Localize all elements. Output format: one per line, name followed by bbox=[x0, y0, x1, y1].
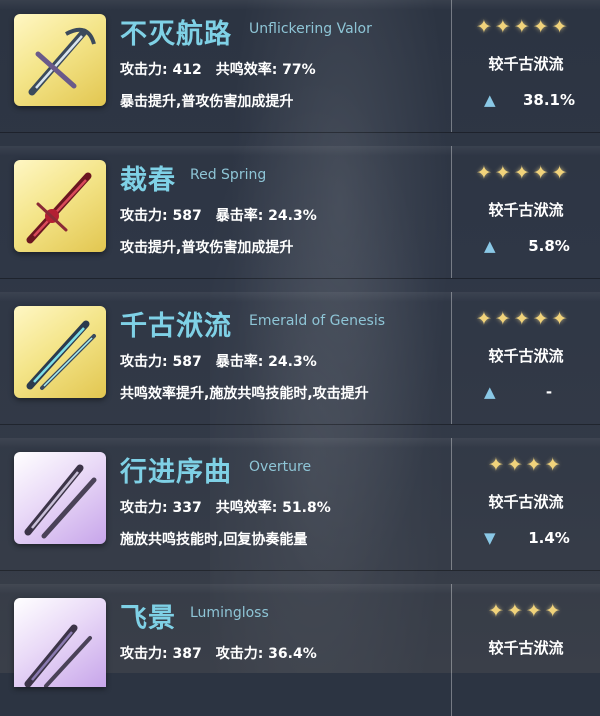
weapon-substat: 共鸣效率: 77% bbox=[215, 62, 316, 78]
rarity-stars: ✦✦✦✦ bbox=[488, 454, 564, 476]
weapon-name-english: Unflickering Valor bbox=[249, 21, 372, 37]
weapon-name: 千古洑流 bbox=[120, 311, 232, 342]
weapon-effect: 暴击提升,普攻伤害加成提升 bbox=[120, 94, 294, 110]
weapon-attack: 攻击力: 587 bbox=[120, 354, 202, 370]
weapon-stats: 攻击力: 337 共鸣效率: 51.8% bbox=[120, 497, 331, 517]
sword-icon bbox=[26, 172, 92, 244]
weapon-substat: 暴击率: 24.3% bbox=[215, 208, 317, 224]
weapon-name: 不灭航路 bbox=[120, 19, 232, 50]
weapon-stats: 攻击力: 587 暴击率: 24.3% bbox=[120, 351, 317, 371]
compare-delta: 38.1% bbox=[522, 91, 576, 109]
weapon-name-english: Overture bbox=[249, 459, 312, 475]
weapon-name: 飞景 bbox=[120, 603, 176, 634]
weapon-name-english: Lumingloss bbox=[190, 605, 269, 621]
weapon-name-english: Emerald of Genesis bbox=[249, 313, 386, 329]
sword-icon bbox=[26, 320, 96, 390]
down-arrow-icon: ▼ bbox=[484, 529, 496, 547]
weapon-thumbnail bbox=[14, 598, 106, 687]
weapon-attack: 攻击力: 337 bbox=[120, 500, 202, 516]
compare-label: 较千古洑流 bbox=[488, 639, 564, 657]
compare-label: 较千古洑流 bbox=[488, 347, 564, 365]
weapon-effect: 共鸣效率提升,施放共鸣技能时,攻击提升 bbox=[120, 386, 369, 402]
up-arrow-icon: ▲ bbox=[484, 91, 496, 109]
compare-label: 较千古洑流 bbox=[488, 493, 564, 511]
weapon-stats: 攻击力: 587 暴击率: 24.3% bbox=[120, 205, 317, 225]
rarity-stars: ✦✦✦✦✦ bbox=[476, 162, 571, 184]
weapon-card[interactable]: 飞景 Lumingloss 攻击力: 387 攻击力: 36.4% ✦✦✦✦ 较千… bbox=[0, 584, 600, 716]
compare-label: 较千古洑流 bbox=[488, 201, 564, 219]
weapon-substat: 共鸣效率: 51.8% bbox=[215, 500, 331, 516]
compare-label: 较千古洑流 bbox=[488, 55, 564, 73]
compare-delta: - bbox=[545, 383, 553, 401]
weapon-attack: 攻击力: 587 bbox=[120, 208, 202, 224]
weapon-substat: 暴击率: 24.3% bbox=[215, 354, 317, 370]
weapon-card[interactable]: 行进序曲 Overture 攻击力: 337 共鸣效率: 51.8% 施放共鸣技能… bbox=[0, 438, 600, 571]
weapon-substat: 攻击力: 36.4% bbox=[215, 646, 317, 662]
weapon-card[interactable]: 不灭航路 Unflickering Valor 攻击力: 412 共鸣效率: 77… bbox=[0, 0, 600, 133]
weapon-effect: 攻击提升,普攻伤害加成提升 bbox=[120, 240, 294, 256]
weapon-thumbnail bbox=[14, 306, 106, 398]
rarity-stars: ✦✦✦✦✦ bbox=[476, 308, 571, 330]
sword-icon bbox=[28, 27, 96, 96]
weapon-name-english: Red Spring bbox=[190, 167, 267, 183]
up-arrow-icon: ▲ bbox=[484, 237, 496, 255]
rarity-stars: ✦✦✦✦ bbox=[488, 600, 564, 622]
compare-delta: 1.4% bbox=[528, 529, 570, 547]
sword-icon bbox=[24, 464, 97, 539]
sword-icon bbox=[24, 624, 92, 687]
weapon-attack: 攻击力: 387 bbox=[120, 646, 202, 662]
weapon-thumbnail bbox=[14, 14, 106, 106]
weapon-name: 裁春 bbox=[120, 165, 176, 196]
rarity-stars: ✦✦✦✦✦ bbox=[476, 16, 571, 38]
weapon-effect: 施放共鸣技能时,回复协奏能量 bbox=[120, 532, 308, 548]
weapon-card[interactable]: 千古洑流 Emerald of Genesis 攻击力: 587 暴击率: 24.… bbox=[0, 292, 600, 425]
weapon-name: 行进序曲 bbox=[120, 457, 232, 488]
weapon-stats: 攻击力: 412 共鸣效率: 77% bbox=[120, 59, 316, 79]
up-arrow-icon: ▲ bbox=[484, 383, 496, 401]
weapon-stats: 攻击力: 387 攻击力: 36.4% bbox=[120, 643, 317, 663]
weapon-attack: 攻击力: 412 bbox=[120, 62, 202, 78]
compare-delta: 5.8% bbox=[528, 237, 570, 255]
weapon-card[interactable]: 裁春 Red Spring 攻击力: 587 暴击率: 24.3% 攻击提升,普攻… bbox=[0, 146, 600, 279]
weapon-thumbnail bbox=[14, 160, 106, 252]
weapon-thumbnail bbox=[14, 452, 106, 544]
